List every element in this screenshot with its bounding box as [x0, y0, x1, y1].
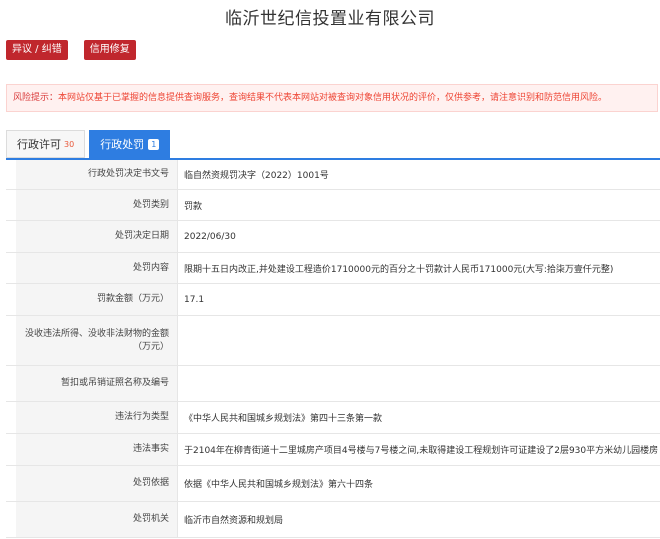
field-label: 处罚依据	[16, 466, 178, 501]
field-value: 17.1	[184, 294, 205, 305]
table-row: 处罚依据 依据《中华人民共和国城乡规划法》第六十四条	[6, 466, 660, 502]
table-row: 违法事实 于2104年在柳青街道十二里城房产项目4号楼与7号楼之间,未取得建设工…	[6, 434, 660, 466]
field-label: 违法行为类型	[16, 402, 178, 433]
field-label: 处罚类别	[16, 190, 178, 220]
field-value: 罚款	[184, 201, 203, 212]
page-title: 临沂世纪信投置业有限公司	[225, 9, 435, 29]
field-label: 暂扣或吊销证照名称及编号	[16, 366, 178, 401]
tab-administrative-license[interactable]: 行政许可 30	[6, 130, 86, 158]
table-row: 处罚类别 罚款	[6, 190, 660, 221]
action-buttons: 异议 / 纠错 信用修复	[6, 40, 136, 60]
penalty-detail-table: 行政处罚决定书文号 临自然资规罚决字（2022）1001号 处罚类别 罚款 处罚…	[6, 158, 660, 539]
field-label: 违法事实	[16, 434, 178, 465]
field-value	[178, 366, 660, 401]
table-row: 处罚机关 临沂市自然资源和规划局	[6, 502, 660, 538]
table-row: 暂扣或吊销证照名称及编号	[6, 366, 660, 402]
table-row: 行政处罚决定书文号 临自然资规罚决字（2022）1001号	[6, 160, 660, 190]
field-value: 《中华人民共和国城乡规划法》第四十三条第一款	[184, 414, 383, 424]
risk-notice-text: 本网站仅基于已掌握的信息提供查询服务，查询结果不代表本网站对被查询对象信用状况的…	[58, 93, 608, 103]
table-row: 处罚内容 限期十五日内改正,并处建设工程造价1710000元的百分之十罚款计人民…	[6, 253, 660, 284]
tab-administrative-penalty[interactable]: 行政处罚 1	[89, 130, 171, 158]
field-value: 于2104年在柳青街道十二里城房产项目4号楼与7号楼之间,未取得建设工程规划许可…	[184, 446, 659, 456]
table-row: 罚款金额（万元） 17.1	[6, 284, 660, 316]
field-label: 没收违法所得、没收非法财物的金额（万元）	[16, 316, 178, 365]
tab-bar: 行政许可 30 行政处罚 1	[6, 130, 171, 158]
field-value: 2022/06/30	[184, 231, 236, 242]
objection-button[interactable]: 异议 / 纠错	[6, 40, 68, 60]
field-value	[178, 316, 660, 365]
field-label: 处罚决定日期	[16, 221, 178, 252]
field-label: 行政处罚决定书文号	[16, 160, 178, 189]
tab-count: 30	[64, 140, 75, 149]
tab-label: 行政处罚	[100, 138, 145, 151]
field-value: 临自然资规罚决字（2022）1001号	[184, 171, 329, 181]
tab-label: 行政许可	[17, 138, 61, 151]
credit-repair-button[interactable]: 信用修复	[83, 40, 136, 60]
table-row: 处罚决定日期 2022/06/30	[6, 221, 660, 253]
field-value: 临沂市自然资源和规划局	[184, 516, 284, 526]
field-label: 处罚机关	[16, 502, 178, 537]
table-row: 违法行为类型 《中华人民共和国城乡规划法》第四十三条第一款	[6, 402, 660, 434]
tab-count-badge: 1	[148, 139, 160, 150]
risk-notice-label: 风险提示：	[13, 93, 59, 103]
risk-notice: 风险提示：本网站仅基于已掌握的信息提供查询服务，查询结果不代表本网站对被查询对象…	[6, 84, 658, 112]
field-label: 处罚内容	[16, 253, 178, 283]
table-row: 没收违法所得、没收非法财物的金额（万元）	[6, 316, 660, 366]
field-value: 限期十五日内改正,并处建设工程造价1710000元的百分之十罚款计人民币1710…	[184, 264, 614, 275]
field-label: 罚款金额（万元）	[16, 284, 178, 315]
field-value: 依据《中华人民共和国城乡规划法》第六十四条	[184, 480, 374, 490]
